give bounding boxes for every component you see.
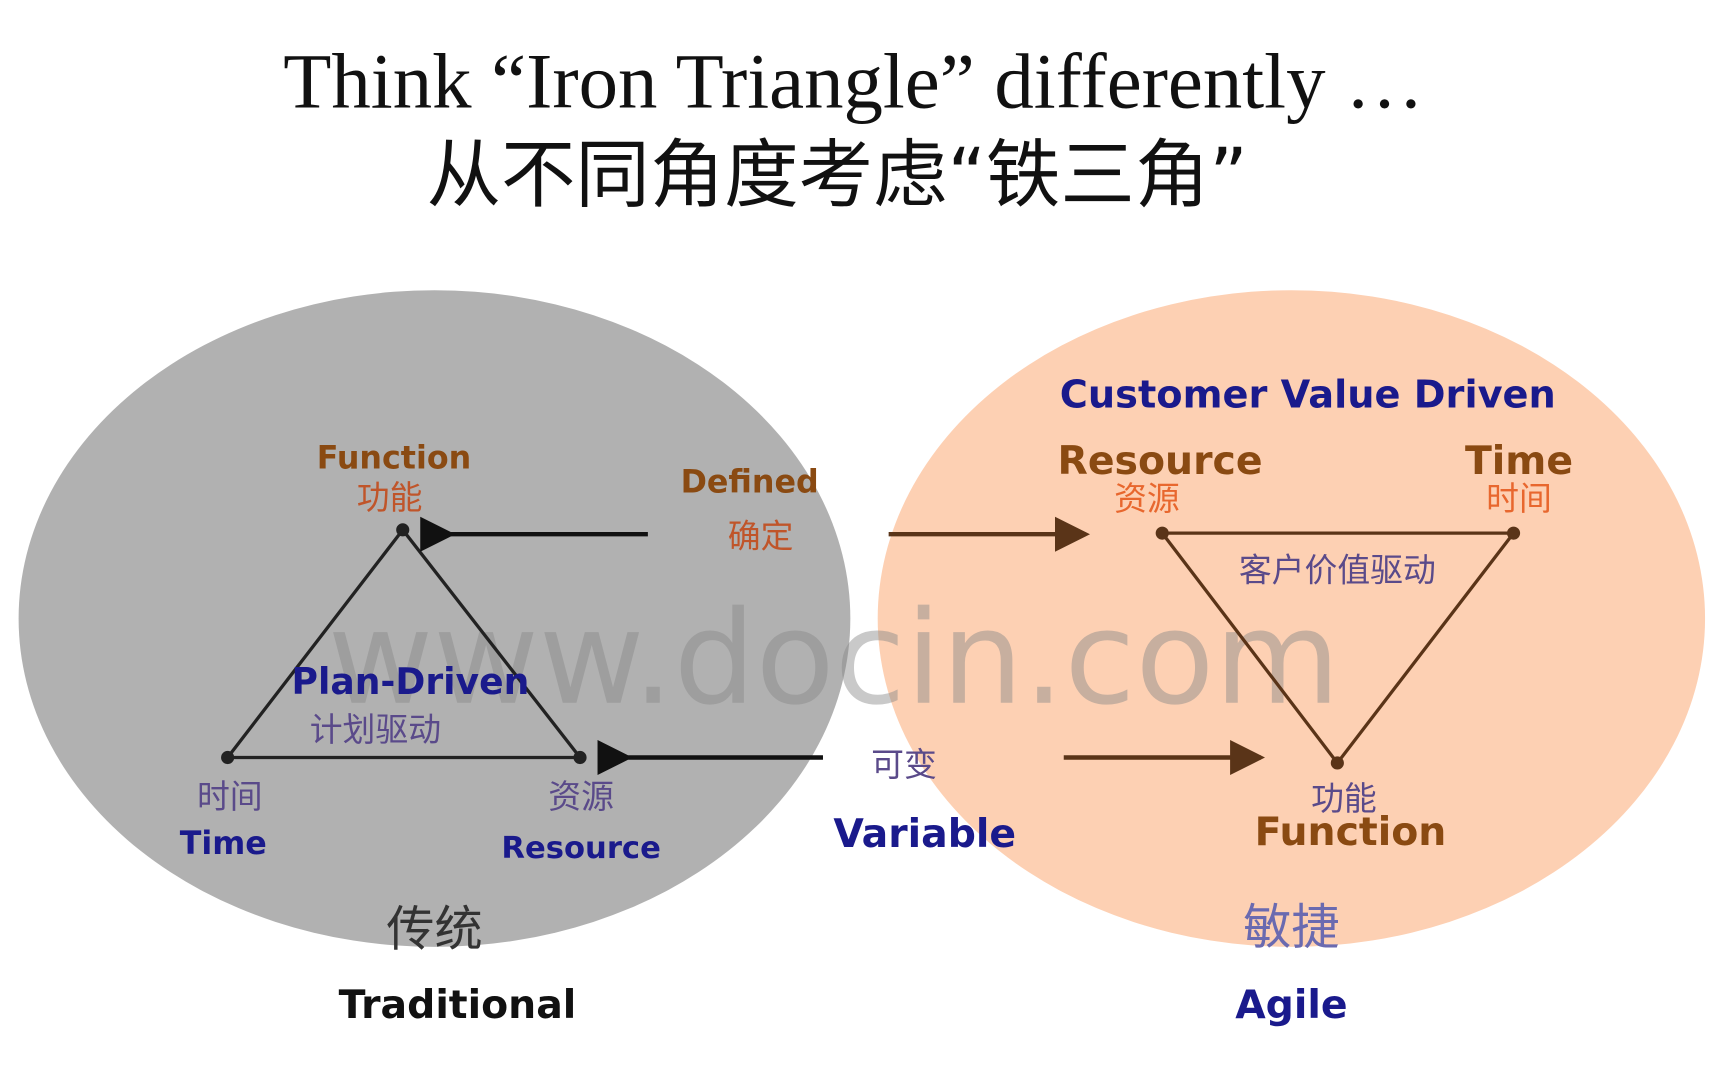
trad-time-zh: 时间 (197, 778, 263, 816)
vertex-dot (396, 523, 410, 537)
agile-resource-zh: 资源 (1114, 480, 1180, 518)
agile-time-zh: 时间 (1486, 480, 1552, 518)
agile-center-zh: 客户价值驱动 (1239, 551, 1436, 589)
iron-triangle-diagram: Think “Iron Triangle” differently … 从不同角… (18, 38, 1706, 1028)
defined-en: Defined (681, 465, 819, 501)
agile-heading: Customer Value Driven (1060, 372, 1556, 417)
vertex-dot (221, 750, 235, 765)
defined-zh: 确定 (728, 517, 794, 555)
trad-resource-en: Resource (501, 831, 660, 866)
trad-time-en: Time (180, 826, 267, 862)
trad-function-zh: 功能 (357, 479, 423, 517)
watermark: www.docin.com (328, 584, 1341, 734)
trad-function-en: Function (317, 441, 471, 477)
vertex-dot (1330, 756, 1344, 770)
title-chinese: 从不同角度考虑“铁三角” (427, 131, 1248, 218)
agile-resource-en: Resource (1058, 438, 1263, 484)
trad-resource-zh: 资源 (548, 778, 614, 816)
trad-label-zh: 传统 (386, 902, 482, 958)
vertex-dot (1155, 526, 1169, 540)
agile-label-en: Agile (1235, 982, 1347, 1028)
variable-zh: 可变 (871, 746, 937, 784)
variable-en: Variable (833, 811, 1016, 857)
trad-center-en: Plan-Driven (291, 660, 529, 703)
title-english: Think “Iron Triangle” differently … (283, 38, 1424, 125)
trad-center-zh: 计划驱动 (310, 711, 441, 749)
trad-label-en: Traditional (339, 982, 577, 1028)
vertex-dot (1506, 526, 1521, 540)
vertex-dot (573, 750, 587, 765)
agile-time-en: Time (1465, 438, 1573, 484)
agile-label-zh: 敏捷 (1243, 900, 1339, 956)
agile-function-en: Function (1255, 809, 1447, 855)
